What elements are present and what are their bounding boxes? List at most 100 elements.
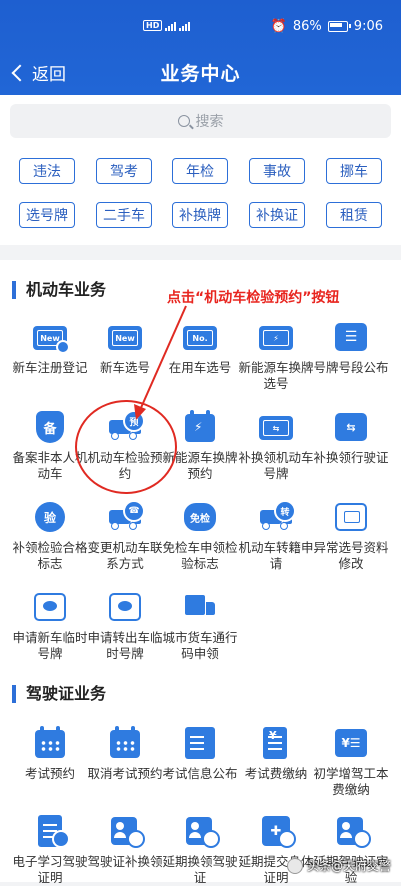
quick-chip[interactable]: 二手车 [96,202,152,228]
calendar-cancel-icon [105,726,145,760]
section-title-license: 驾驶证业务 [12,685,106,703]
license-delay-icon [180,814,220,848]
new-plate-check-icon: New [30,320,70,354]
annotation-text: 点击“机动车检验预约”按钮 [167,290,340,306]
section-title-vehicle: 机动车业务 [12,281,106,299]
inspection-badge-icon: 验 [30,500,70,534]
service-item[interactable]: ¥ 考试费缴纳 [238,726,314,782]
service-label: 延期换领驾驶证 [162,854,238,885]
temp-plate-icon [30,590,70,624]
e-learning-icon [30,814,70,848]
service-item[interactable]: 延期换领驾驶证 [162,814,238,886]
battery-icon [327,21,351,32]
quick-chip[interactable]: 年检 [172,158,228,184]
truck-phone-icon: ☎ [105,500,145,534]
money-list-icon: ¥☰ [331,726,371,760]
service-label: 考试预约 [24,766,75,781]
license-exchange-icon: ⇆ [331,410,371,444]
quick-chip[interactable]: 租赁 [326,202,382,228]
number-plate-icon: No. [180,320,220,354]
fee-icon: ¥ [256,726,296,760]
service-item[interactable]: ☰ 号牌号段公布 [313,320,389,376]
license-review-icon [331,814,371,848]
temp-plate-out-icon [105,590,145,624]
search-placeholder: 搜索 [195,114,224,130]
service-item[interactable]: 异常选号资料修改 [313,500,389,572]
service-item[interactable]: No. 在用车选号 [162,320,238,376]
service-item[interactable]: ⇆ 补换领行驶证 [313,410,389,466]
service-item[interactable]: ⚡ 新能源车换牌选号 [238,320,314,392]
service-label: 电子学习驾驶证明 [12,854,88,885]
service-label: 补换领行驶证 [313,450,389,465]
quick-chip[interactable]: 事故 [249,158,305,184]
service-item[interactable]: 申请新车临时号牌 [12,590,88,662]
service-item[interactable]: 考试信息公布 [162,726,238,782]
battery-level: 86% [292,19,322,34]
truck-transfer-icon: 转 [256,500,296,534]
signal-icon [165,21,177,31]
service-item[interactable]: 延期驾驶证审验 [313,814,389,886]
service-item[interactable]: 驾驶证补换领 [87,814,163,870]
license-renew-icon [105,814,145,848]
service-item[interactable]: 验补领检验合格标志 [12,500,88,572]
medical-delay-icon: ✚ [256,814,296,848]
quick-chip[interactable]: 补换牌 [172,202,228,228]
service-label: 考试费缴纳 [244,766,308,781]
ev-plate-icon: ⚡ [256,320,296,354]
service-label: 考试信息公布 [162,766,238,781]
clock: 9:06 [353,19,383,34]
new-plate-icon: New [105,320,145,354]
service-label: 新车注册登记 [12,360,88,375]
service-item[interactable]: New 新车注册登记 [12,320,88,376]
shield-icon: 备 [30,410,70,444]
service-label: 取消考试预约 [87,766,163,781]
alarm-icon: ⏰ [270,19,287,34]
quick-chip[interactable]: 选号牌 [19,202,75,228]
ev-calendar-icon: ⚡ [180,410,220,444]
service-item[interactable]: New 新车选号 [87,320,163,376]
signal-icon-2 [179,21,191,31]
search-icon [177,115,190,127]
quick-chip[interactable]: 违法 [19,158,75,184]
watermark-text: 头条@天府交警 [306,859,391,873]
service-label: 初学增驾工本费缴纳 [313,766,389,797]
service-label: 免检车申领检验标志 [162,540,238,571]
service-item[interactable]: 考试预约 [12,726,88,782]
status-right: ⏰ 86% 9:06 [271,19,383,34]
hd-badge: HD [143,20,163,31]
service-item[interactable]: ⇆ 补换领机动车号牌 [238,410,314,482]
service-label: 申请转出车临时号牌 [87,630,163,661]
page-title: 业务中心 [160,63,241,85]
annotation-circle [75,400,177,494]
service-item[interactable]: 取消考试预约 [87,726,163,782]
exempt-badge-icon: 免检 [180,500,220,534]
announcement-icon: ☰ [331,320,371,354]
service-item[interactable]: ☎ 变更机动车联系方式 [87,500,163,572]
service-item[interactable]: 城市货车通行码申领 [162,590,238,662]
service-label: 新车选号 [99,360,150,375]
calendar-icon [30,726,70,760]
service-label: 驾驶证补换领 [87,854,163,869]
service-label: 新能源车换牌选号 [238,360,314,391]
plate-exchange-icon: ⇆ [256,410,296,444]
watermark-logo-icon [286,857,303,874]
service-item[interactable]: ✚ 延期提交身体证明 [238,814,314,886]
search-input[interactable]: 搜索 [10,104,391,138]
quick-chip[interactable]: 补换证 [249,202,305,228]
service-label: 补领检验合格标志 [12,540,88,571]
service-label: 机动车转籍申请 [238,540,314,571]
service-label: 在用车选号 [168,360,232,375]
app-header: HD ⏰ 86% 9:06 返回 业务中心 [0,0,401,95]
service-item[interactable]: ¥☰ 初学增驾工本费缴纳 [313,726,389,798]
service-item[interactable]: 转机动车转籍申请 [238,500,314,572]
service-item[interactable]: 电子学习驾驶证明 [12,814,88,886]
service-item[interactable]: 免检免检车申领检验标志 [162,500,238,572]
quick-chip[interactable]: 挪车 [326,158,382,184]
service-label: 变更机动车联系方式 [87,540,163,571]
service-label: 异常选号资料修改 [313,540,389,571]
status-bar: HD ⏰ 86% 9:06 [0,0,401,44]
cargo-truck-icon [180,590,220,624]
service-item[interactable]: 申请转出车临时号牌 [87,590,163,662]
quick-chip[interactable]: 驾考 [96,158,152,184]
network-indicators: HD [143,20,191,31]
